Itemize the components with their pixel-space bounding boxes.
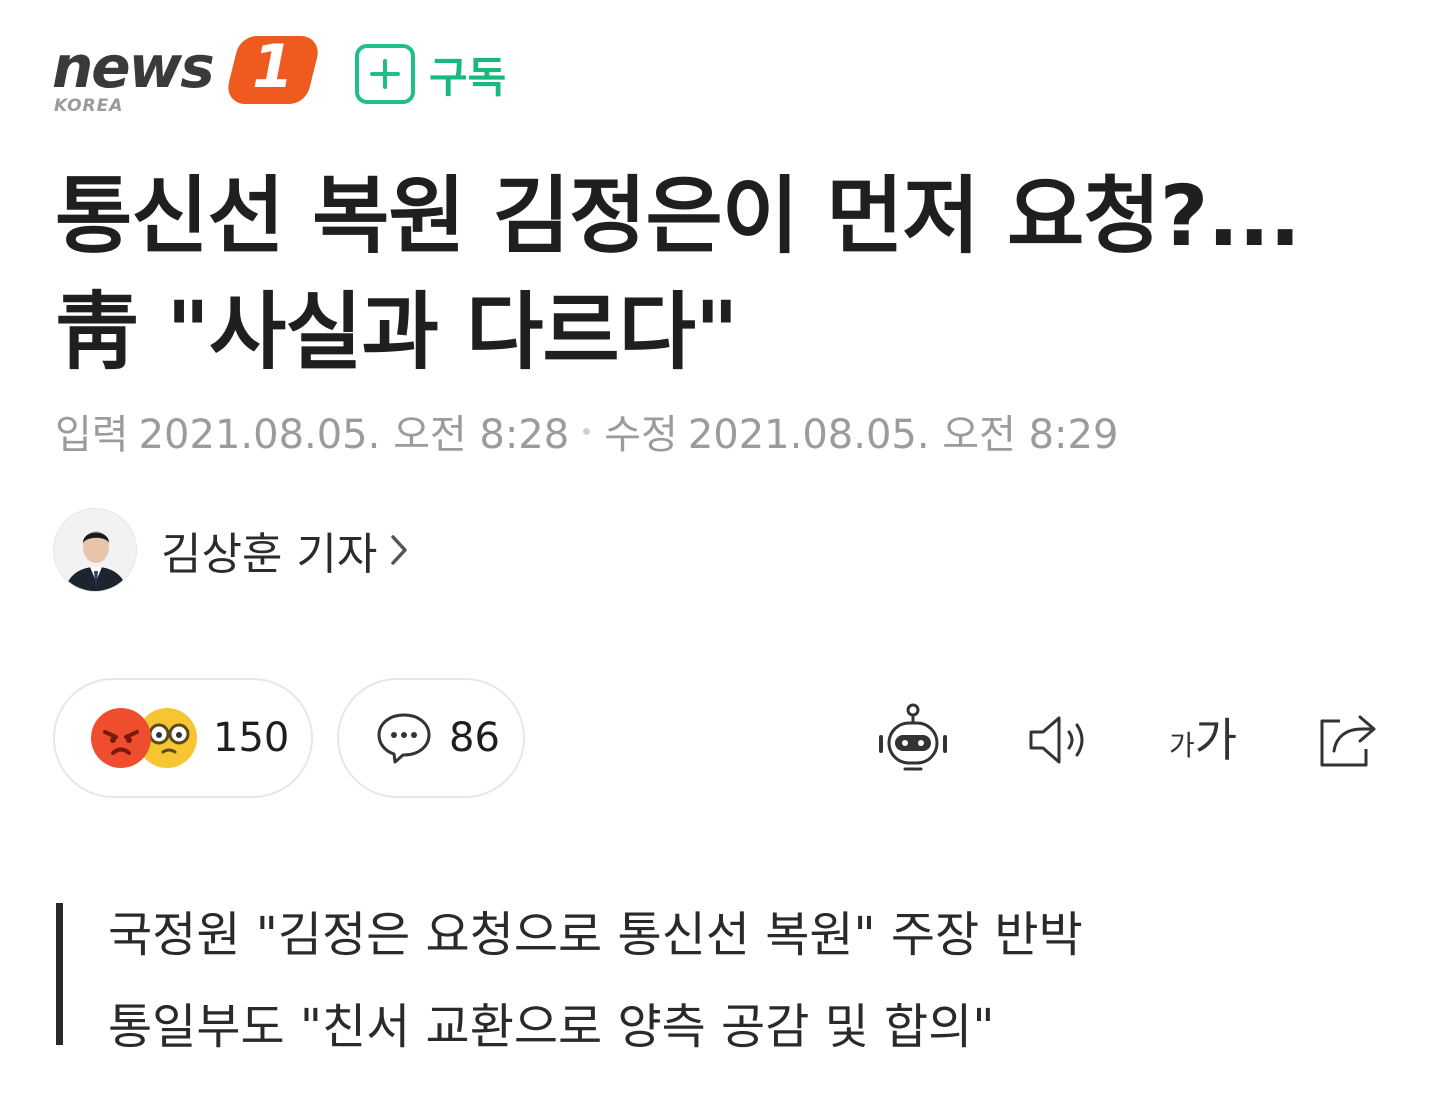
reporter-avatar bbox=[53, 508, 137, 592]
edit-datetime: 2021.08.05. 오전 8:29 bbox=[687, 412, 1119, 458]
summary-line-2: 통일부도 "친서 교환으로 양측 공감 및 합의" bbox=[108, 999, 995, 1055]
news1-logo[interactable]: news 1 KOREA bbox=[52, 32, 323, 120]
input-label: 입력 bbox=[55, 412, 129, 458]
reactions-count: 150 bbox=[213, 715, 290, 761]
article-dates: 입력 2021.08.05. 오전 8:28 수정 2021.08.05. 오전… bbox=[55, 402, 1118, 460]
comment-bubble-icon bbox=[377, 713, 431, 764]
summary-line-1: 국정원 "김정은 요청으로 통신선 복원" 주장 반박 bbox=[108, 907, 1083, 963]
font-size-icon: 가 가 bbox=[1169, 714, 1237, 766]
date-separator bbox=[583, 427, 591, 435]
font-size-button[interactable]: 가 가 bbox=[1158, 700, 1248, 780]
font-size-small-glyph: 가 bbox=[1168, 729, 1195, 762]
logo-number: 1 bbox=[252, 32, 294, 102]
input-datetime: 2021.08.05. 오전 8:28 bbox=[138, 412, 570, 458]
article-title: 통신선 복원 김정은이 먼저 요청?... 靑 "사실과 다르다" bbox=[55, 158, 1395, 390]
robot-summary-button[interactable] bbox=[873, 700, 953, 780]
reactions-button[interactable]: 150 bbox=[53, 678, 313, 798]
plus-icon bbox=[355, 44, 415, 104]
reporter-link[interactable]: 김상훈 기자 bbox=[53, 508, 409, 592]
article-summary: 국정원 "김정은 요청으로 통신선 복원" 주장 반박 통일부도 "친서 교환으… bbox=[56, 903, 1083, 1055]
subscribe-button[interactable]: 구독 bbox=[355, 40, 506, 108]
speaker-icon bbox=[1029, 716, 1084, 764]
title-line-2: 靑 "사실과 다르다" bbox=[55, 283, 739, 381]
edit-label: 수정 bbox=[604, 412, 678, 458]
text-to-speech-button[interactable] bbox=[1018, 700, 1098, 780]
comments-button[interactable]: 86 bbox=[337, 678, 525, 798]
share-button[interactable] bbox=[1306, 700, 1386, 780]
logo-wordmark: news bbox=[52, 33, 215, 101]
chevron-right-icon bbox=[391, 535, 408, 565]
robot-summary-icon bbox=[879, 703, 947, 771]
font-size-large-glyph: 가 bbox=[1194, 713, 1238, 767]
logo-subtext: KOREA bbox=[54, 96, 124, 116]
subscribe-label: 구독 bbox=[429, 52, 507, 102]
title-line-1: 통신선 복원 김정은이 먼저 요청?... bbox=[55, 167, 1301, 265]
angry-emoji-icon bbox=[91, 708, 151, 768]
reporter-name: 김상훈 기자 bbox=[161, 529, 378, 580]
share-icon bbox=[1320, 715, 1376, 767]
comments-count: 86 bbox=[449, 715, 500, 761]
